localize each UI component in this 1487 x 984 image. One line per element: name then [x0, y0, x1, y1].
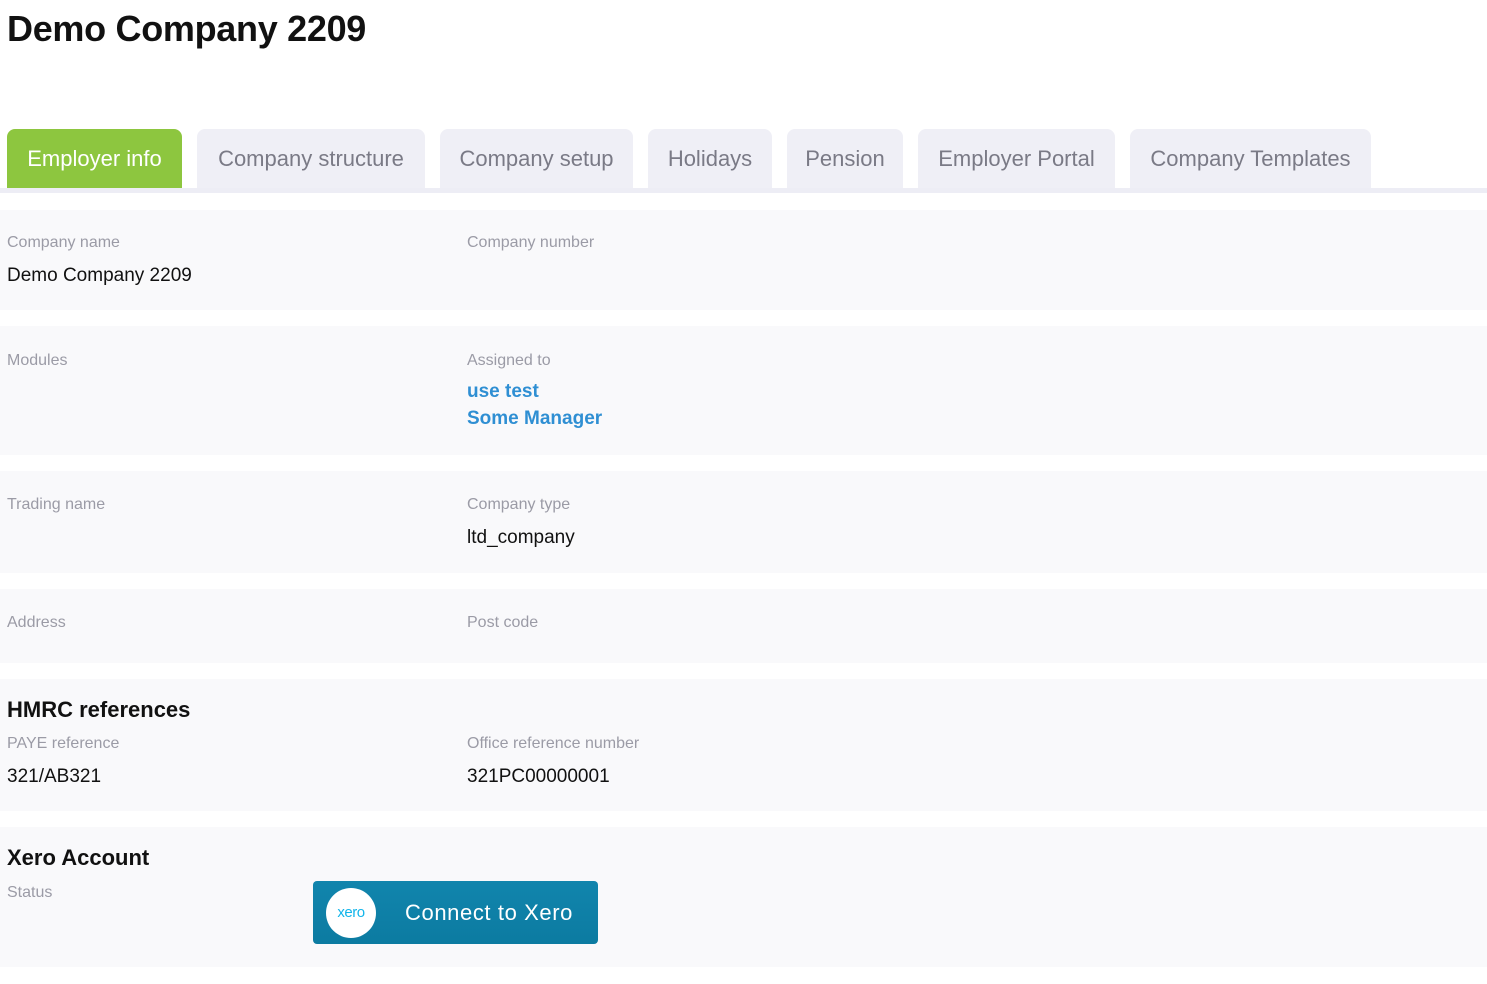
paye-reference-label: PAYE reference	[7, 735, 120, 752]
xero-account-title: Xero Account	[7, 845, 150, 870]
post-code-label: Post code	[467, 614, 539, 631]
page-title: Demo Company 2209	[7, 8, 367, 49]
tab-holidays[interactable]: Holidays	[648, 129, 772, 189]
company-type-value: ltd_company	[467, 527, 575, 548]
address-label: Address	[7, 614, 66, 631]
xero-logo-icon: xero	[326, 888, 376, 938]
office-reference-value: 321PC00000001	[467, 766, 610, 787]
company-number-label: Company number	[467, 234, 595, 251]
assigned-user-link[interactable]: Some Manager	[467, 408, 602, 430]
modules-row: Modules Assigned to use test Some Manage…	[0, 326, 1487, 455]
trading-name-label: Trading name	[7, 496, 106, 513]
company-name-label: Company name	[7, 234, 120, 251]
tab-pension[interactable]: Pension	[787, 129, 903, 189]
assigned-user-link[interactable]: use test	[467, 381, 539, 403]
connect-to-xero-label: Connect to Xero	[405, 900, 573, 925]
tab-underline	[0, 188, 1487, 193]
company-name-row: Company name Demo Company 2209 Company n…	[0, 210, 1487, 310]
xero-account-section: Xero Account Status xero Connect to Xero	[0, 827, 1487, 967]
tab-company-structure[interactable]: Company structure	[197, 129, 425, 189]
company-name-value: Demo Company 2209	[7, 265, 192, 286]
hmrc-references-title: HMRC references	[7, 697, 191, 722]
tab-employer-info[interactable]: Employer info	[7, 129, 182, 188]
company-type-label: Company type	[467, 496, 571, 513]
address-row: Address Post code	[0, 589, 1487, 663]
trading-name-row: Trading name Company type ltd_company	[0, 471, 1487, 573]
hmrc-references-section: HMRC references PAYE reference 321/AB321…	[0, 679, 1487, 811]
tab-bar: Employer info Company structure Company …	[0, 129, 1487, 193]
tab-company-templates[interactable]: Company Templates	[1130, 129, 1371, 189]
tab-employer-portal[interactable]: Employer Portal	[918, 129, 1115, 189]
modules-label: Modules	[7, 352, 68, 369]
paye-reference-value: 321/AB321	[7, 766, 102, 787]
office-reference-label: Office reference number	[467, 735, 640, 752]
connect-to-xero-button[interactable]: xero Connect to Xero	[313, 881, 598, 944]
xero-status-label: Status	[7, 884, 53, 901]
tab-company-setup[interactable]: Company setup	[440, 129, 633, 189]
assigned-to-label: Assigned to	[467, 352, 551, 369]
